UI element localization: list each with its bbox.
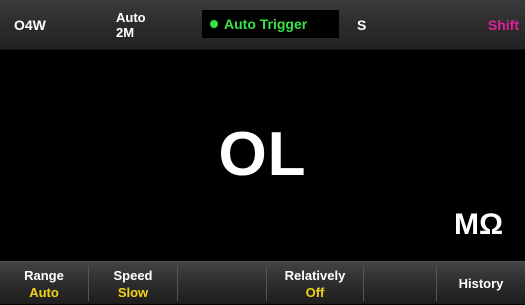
- softkey-speed[interactable]: Speed Slow: [89, 262, 177, 305]
- range-mode: Auto: [116, 10, 146, 25]
- shift-indicator: Shift: [487, 17, 519, 33]
- trigger-status: Auto Trigger: [202, 10, 339, 38]
- softkey-history-label: History: [458, 276, 504, 291]
- softkey-range-label: Range: [24, 267, 64, 283]
- speed-indicator: S: [357, 17, 367, 33]
- softkey-bar: Range Auto Speed Slow Relatively Off His…: [0, 261, 525, 304]
- softkey-range-value: Auto: [29, 284, 59, 300]
- softkey-relatively-value: Off: [305, 284, 325, 300]
- status-bar: O4W Auto 2M Auto Trigger S Shift: [0, 0, 525, 50]
- softkey-range[interactable]: Range Auto: [0, 262, 88, 305]
- reading-unit: MΩ: [453, 208, 503, 241]
- softkey-relatively-label: Relatively: [284, 267, 346, 283]
- softkey-speed-value: Slow: [117, 284, 149, 300]
- softkey-3[interactable]: [178, 262, 266, 305]
- softkey-history[interactable]: History: [437, 262, 525, 305]
- green-dot-icon: [210, 20, 218, 28]
- trigger-label: Auto Trigger: [224, 16, 308, 32]
- primary-reading: OL: [218, 120, 307, 189]
- range-value: 2M: [116, 25, 135, 40]
- softkey-speed-label: Speed: [113, 267, 153, 283]
- measurement-mode: O4W: [14, 17, 46, 33]
- measurement-display: OL MΩ: [0, 50, 525, 260]
- range-indicator: Auto 2M: [116, 0, 146, 50]
- softkey-5[interactable]: [364, 262, 436, 305]
- softkey-relatively[interactable]: Relatively Off: [267, 262, 363, 305]
